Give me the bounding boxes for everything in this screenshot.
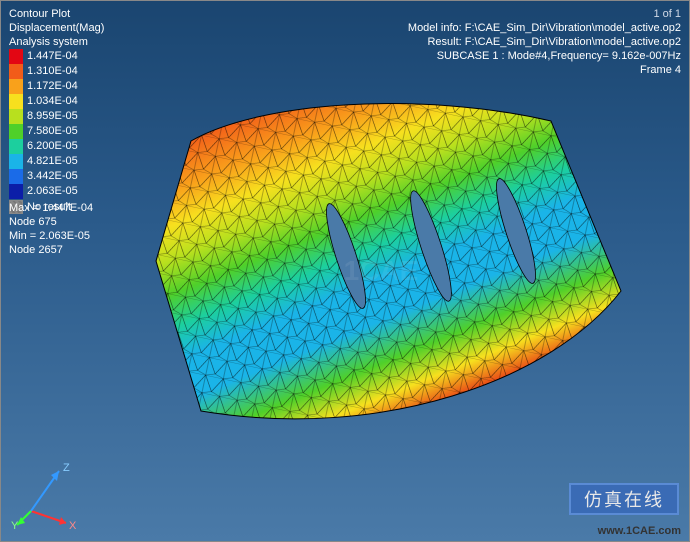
max-value: Max = 1.447E-04 (9, 201, 93, 215)
header-right: 1 of 1 Model info: F:\CAE_Sim_Dir\Vibrat… (408, 7, 681, 77)
plot-title: Contour Plot (9, 7, 104, 21)
legend-row: 1.310E-04 (9, 64, 78, 79)
legend-swatch (9, 109, 23, 124)
min-value: Min = 2.063E-05 (9, 229, 93, 243)
subcase-info: SUBCASE 1 : Mode#4,Frequency= 9.162e-007… (408, 49, 681, 63)
legend-swatch (9, 124, 23, 139)
model-info: Model info: F:\CAE_Sim_Dir\Vibration\mod… (408, 21, 681, 35)
color-legend: 1.447E-041.310E-041.172E-041.034E-048.95… (9, 49, 78, 214)
plot-quantity: Displacement(Mag) (9, 21, 104, 35)
legend-row: 7.580E-05 (9, 124, 78, 139)
axis-x-label: X (69, 520, 77, 531)
legend-row: 4.821E-05 (9, 154, 78, 169)
brand-banner: 仿真在线 (569, 483, 679, 515)
frame-info: Frame 4 (408, 63, 681, 77)
contour-mesh (121, 81, 641, 461)
max-node: Node 675 (9, 215, 93, 229)
legend-swatch (9, 139, 23, 154)
page-counter: 1 of 1 (408, 7, 681, 21)
model-viewport[interactable]: 1CAE (121, 81, 641, 461)
legend-row: 2.063E-05 (9, 184, 78, 199)
result-info: Result: F:\CAE_Sim_Dir\Vibration\model_a… (408, 35, 681, 49)
legend-swatch (9, 49, 23, 64)
legend-value: 7.580E-05 (25, 124, 78, 139)
legend-row: 8.959E-05 (9, 109, 78, 124)
legend-row: 1.447E-04 (9, 49, 78, 64)
legend-value: 1.034E-04 (25, 94, 78, 109)
axis-z-label: Z (63, 462, 70, 474)
min-node: Node 2657 (9, 243, 93, 257)
legend-value: 8.959E-05 (25, 109, 78, 124)
legend-row: 3.442E-05 (9, 169, 78, 184)
legend-swatch (9, 154, 23, 169)
legend-value: 6.200E-05 (25, 139, 78, 154)
legend-swatch (9, 79, 23, 94)
watermark-url: www.1CAE.com (598, 525, 681, 537)
legend-value: 3.442E-05 (25, 169, 78, 184)
legend-swatch (9, 64, 23, 79)
legend-value: 1.310E-04 (25, 64, 78, 79)
legend-value: 4.821E-05 (25, 154, 78, 169)
legend-swatch (9, 169, 23, 184)
legend-swatch (9, 94, 23, 109)
legend-value: 1.447E-04 (25, 49, 78, 64)
axis-y-label: Y (11, 520, 19, 531)
legend-value: 2.063E-05 (25, 184, 78, 199)
minmax-stats: Max = 1.447E-04 Node 675 Min = 2.063E-05… (9, 201, 93, 257)
legend-row: 1.034E-04 (9, 94, 78, 109)
legend-row: 6.200E-05 (9, 139, 78, 154)
legend-value: 1.172E-04 (25, 79, 78, 94)
header-left: Contour Plot Displacement(Mag) Analysis … (9, 7, 104, 49)
legend-row: 1.172E-04 (9, 79, 78, 94)
analysis-system: Analysis system (9, 35, 104, 49)
axis-triad[interactable]: X Y Z (11, 451, 91, 531)
legend-swatch (9, 184, 23, 199)
